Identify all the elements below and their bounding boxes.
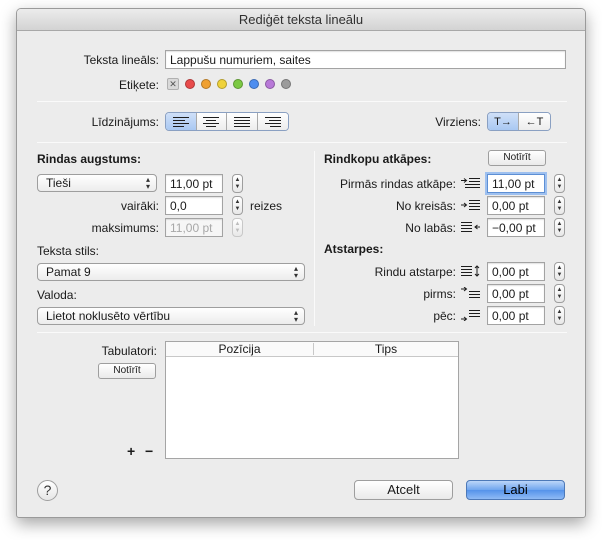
text-style-label: Teksta stils:	[37, 244, 100, 258]
line-spacing-field[interactable]: 0,00 pt	[487, 262, 545, 281]
remove-tab-button[interactable]: −	[145, 443, 153, 459]
spacing-before-field[interactable]: 0,00 pt	[487, 284, 545, 303]
line-spacing-label: Rindu atstarpe:	[374, 265, 456, 279]
spacing-after-label: pēc:	[433, 309, 456, 323]
line-spacing-icon	[461, 265, 480, 277]
help-button[interactable]: ?	[37, 480, 58, 501]
right-indent-stepper[interactable]: ▲ ▼	[554, 218, 565, 237]
alignment-segmented-control	[165, 112, 289, 131]
tag-color-dot[interactable]	[201, 79, 211, 89]
line-height-stepper[interactable]: ▲ ▼	[232, 174, 243, 193]
tag-color-dot[interactable]	[249, 79, 259, 89]
line-height-heading: Rindas augstums:	[37, 152, 142, 166]
multiple-unit-label: reizes	[250, 199, 283, 213]
position-column-header[interactable]: Pozīcija	[166, 343, 314, 355]
right-indent-field[interactable]: −0,00 pt	[487, 218, 545, 237]
tag-color-dot[interactable]	[217, 79, 227, 89]
left-indent-label: No kreisās:	[395, 199, 456, 213]
rtl-button[interactable]: ←T	[519, 113, 550, 130]
indents-clear-button[interactable]: Notīrīt	[488, 150, 546, 166]
text-style-popup[interactable]: Pamat 9 ▴ ▾	[37, 263, 305, 281]
spacing-after-icon	[461, 310, 480, 321]
edit-text-ruler-dialog: Rediģēt teksta lineālu Teksta lineāls: L…	[16, 8, 586, 518]
type-column-header[interactable]: Tips	[314, 343, 458, 355]
right-indent-label: No labās:	[405, 221, 456, 235]
spacing-before-label: pirms:	[423, 287, 456, 301]
language-value: Lietot noklusēto vērtību	[46, 309, 171, 323]
spacing-heading: Atstarpes:	[324, 242, 384, 256]
popup-arrows-icon: ▴ ▾	[145, 175, 150, 191]
tabs-table[interactable]: Pozīcija Tips	[165, 341, 459, 459]
multiple-stepper[interactable]: ▲ ▼	[232, 196, 243, 215]
language-popup[interactable]: Lietot noklusēto vērtību ▴ ▾	[37, 307, 305, 325]
ruler-name-field[interactable]: Lappušu numuriem, saites	[165, 50, 566, 69]
maximum-stepper: ▲ ▼	[232, 218, 243, 237]
multiple-field[interactable]: 0,0	[165, 196, 223, 215]
no-tag-icon[interactable]: ✕	[167, 78, 179, 90]
first-line-indent-icon	[461, 178, 480, 188]
right-indent-icon	[461, 222, 480, 232]
tag-color-dot[interactable]	[233, 79, 243, 89]
left-indent-stepper[interactable]: ▲ ▼	[554, 196, 565, 215]
popup-arrows-icon: ▴ ▾	[293, 308, 298, 324]
text-style-value: Pamat 9	[46, 265, 91, 279]
separator	[37, 101, 567, 102]
align-left-icon[interactable]	[166, 113, 197, 130]
add-tab-button[interactable]: +	[127, 443, 135, 459]
maximum-label: maksimums:	[91, 221, 159, 235]
indents-heading: Rindkopu atkāpes:	[324, 152, 432, 166]
spacing-before-icon	[461, 287, 480, 298]
separator	[37, 332, 567, 333]
separator	[37, 142, 567, 143]
direction-segmented-control: T→ ←T	[487, 112, 551, 131]
align-right-icon[interactable]	[257, 113, 288, 130]
maximum-field: 11,00 pt	[165, 218, 223, 237]
tag-color-dot[interactable]	[185, 79, 195, 89]
spacing-after-field[interactable]: 0,00 pt	[487, 306, 545, 325]
spacing-before-stepper[interactable]: ▲ ▼	[554, 284, 565, 303]
multiple-label: vairāki:	[120, 199, 159, 213]
align-center-icon[interactable]	[196, 113, 227, 130]
tag-colors: ✕	[167, 78, 307, 92]
language-label: Valoda:	[37, 288, 77, 302]
spacing-after-stepper[interactable]: ▲ ▼	[554, 306, 565, 325]
first-line-indent-stepper[interactable]: ▲ ▼	[554, 174, 565, 193]
dialog-title: Rediģēt teksta lineālu	[17, 9, 585, 31]
line-height-field[interactable]: 11,00 pt	[165, 174, 223, 193]
popup-arrows-icon: ▴ ▾	[293, 264, 298, 280]
line-spacing-stepper[interactable]: ▲ ▼	[554, 262, 565, 281]
tag-label: Etiķete:	[118, 78, 159, 92]
tag-color-dot[interactable]	[265, 79, 275, 89]
line-height-mode-popup[interactable]: Tieši ▴ ▾	[37, 174, 157, 192]
first-line-indent-field[interactable]: 11,00 pt	[487, 174, 545, 193]
first-line-indent-label: Pirmās rindas atkāpe:	[339, 177, 456, 191]
cancel-button[interactable]: Atcelt	[354, 480, 453, 500]
alignment-label: Līdzinājums:	[91, 115, 159, 129]
tabs-label: Tabulatori:	[101, 344, 157, 358]
tabs-table-header: Pozīcija Tips	[166, 342, 458, 357]
left-indent-icon	[461, 200, 480, 210]
ok-button[interactable]: Labi	[466, 480, 565, 500]
ltr-button[interactable]: T→	[488, 113, 520, 130]
line-height-mode-value: Tieši	[46, 176, 71, 190]
direction-label: Virziens:	[435, 115, 481, 129]
ruler-name-label: Teksta lineāls:	[83, 53, 159, 67]
tabs-clear-button[interactable]: Notīrīt	[98, 363, 156, 379]
tag-color-dot[interactable]	[281, 79, 291, 89]
align-justify-icon[interactable]	[227, 113, 258, 130]
left-indent-field[interactable]: 0,00 pt	[487, 196, 545, 215]
column-separator	[314, 151, 315, 326]
